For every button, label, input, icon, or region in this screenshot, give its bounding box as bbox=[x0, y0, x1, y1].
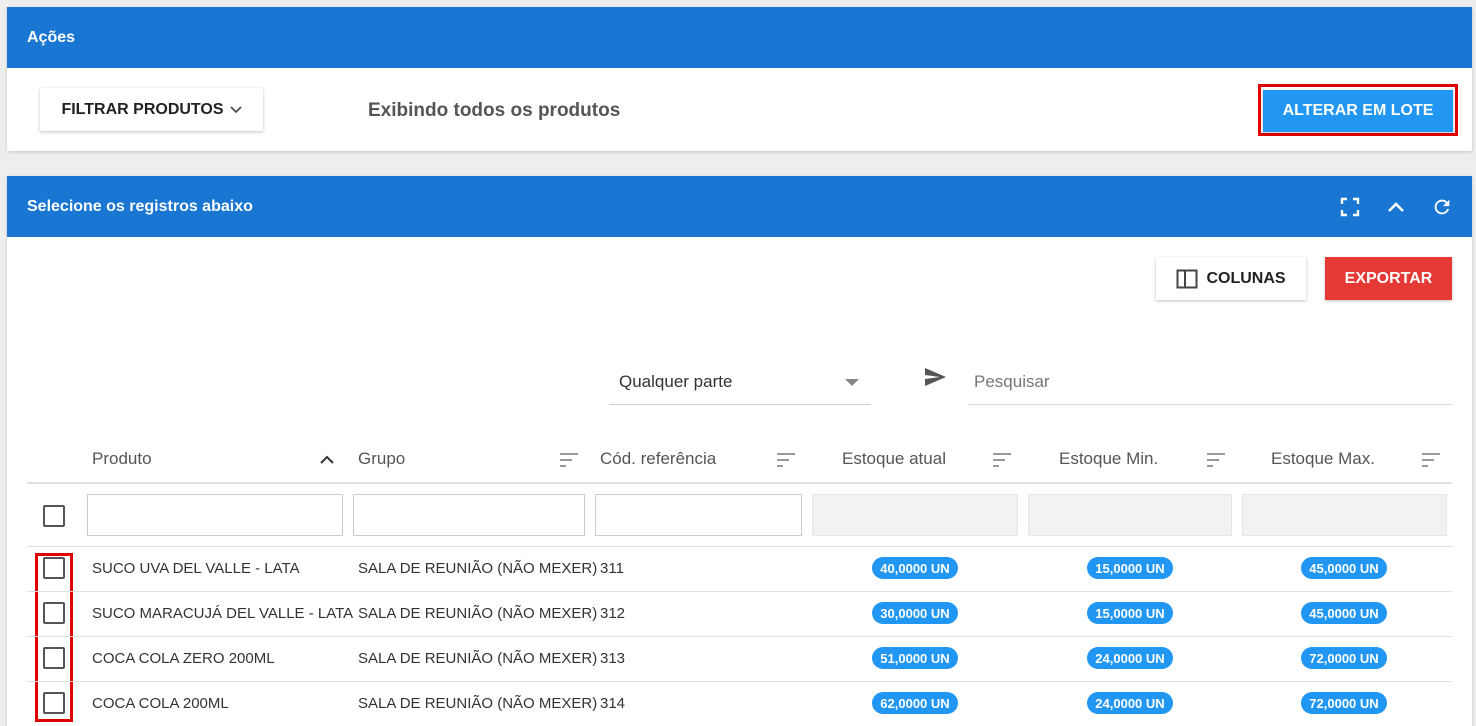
table-header-divider bbox=[27, 482, 1452, 484]
acoes-panel: Ações FILTRAR PRODUTOS Exibindo todos os… bbox=[7, 7, 1472, 151]
badge-estoque-min: 15,0000 UN bbox=[1087, 557, 1173, 579]
cell-grupo: SALA DE REUNIÃO (NÃO MEXER) bbox=[358, 604, 598, 622]
sort-icon[interactable] bbox=[1206, 452, 1226, 468]
filter-status-text: Exibindo todos os produtos bbox=[368, 100, 621, 121]
badge-estoque-min: 24,0000 UN bbox=[1087, 692, 1173, 714]
fullscreen-icon[interactable] bbox=[1338, 195, 1362, 219]
registros-title: Selecione os registros abaixo bbox=[27, 197, 253, 215]
row-divider bbox=[27, 636, 1452, 637]
registros-panel: Selecione os registros abaixo COLUNAS EX… bbox=[7, 176, 1472, 726]
cell-produto: COCA COLA 200ML bbox=[92, 694, 229, 712]
search-input[interactable] bbox=[968, 359, 1452, 405]
cell-cod: 313 bbox=[600, 649, 626, 667]
acoes-header: Ações bbox=[7, 7, 1472, 68]
search-mode-value: Qualquer parte bbox=[619, 371, 733, 391]
badge-estoque-atual: 30,0000 UN bbox=[872, 602, 958, 624]
colunas-button[interactable]: COLUNAS bbox=[1156, 257, 1306, 300]
column-header-cod-referencia[interactable]: Cód. referência bbox=[600, 444, 716, 474]
send-icon[interactable] bbox=[923, 365, 947, 389]
cell-cod: 314 bbox=[600, 694, 626, 712]
badge-estoque-max: 72,0000 UN bbox=[1301, 692, 1387, 714]
filter-estoque-max-disabled bbox=[1242, 494, 1447, 536]
row-divider bbox=[27, 546, 1452, 547]
sort-icon[interactable] bbox=[1421, 452, 1441, 468]
filtrar-produtos-label: FILTRAR PRODUTOS bbox=[61, 100, 224, 118]
dropdown-caret-icon bbox=[845, 379, 859, 386]
badge-estoque-atual: 51,0000 UN bbox=[872, 647, 958, 669]
badge-estoque-max: 72,0000 UN bbox=[1301, 647, 1387, 669]
row-checkbox[interactable] bbox=[43, 647, 65, 669]
cell-grupo: SALA DE REUNIÃO (NÃO MEXER) bbox=[358, 649, 598, 667]
badge-estoque-atual: 40,0000 UN bbox=[872, 557, 958, 579]
row-divider bbox=[27, 681, 1452, 682]
badge-estoque-min: 15,0000 UN bbox=[1087, 602, 1173, 624]
badge-estoque-max: 45,0000 UN bbox=[1301, 557, 1387, 579]
cell-grupo: SALA DE REUNIÃO (NÃO MEXER) bbox=[358, 559, 598, 577]
cell-cod: 312 bbox=[600, 604, 626, 622]
header-actions bbox=[1338, 195, 1454, 219]
select-all-checkbox[interactable] bbox=[43, 505, 65, 527]
alterar-em-lote-button[interactable]: ALTERAR EM LOTE bbox=[1263, 90, 1453, 132]
filter-produto-input[interactable] bbox=[87, 494, 343, 536]
filter-cod-input[interactable] bbox=[595, 494, 802, 536]
row-checkbox[interactable] bbox=[43, 602, 65, 624]
registros-header: Selecione os registros abaixo bbox=[7, 176, 1472, 237]
badge-estoque-atual: 62,0000 UN bbox=[872, 692, 958, 714]
refresh-icon[interactable] bbox=[1430, 195, 1454, 219]
sort-icon[interactable] bbox=[559, 452, 579, 468]
chevron-up-icon[interactable] bbox=[1384, 195, 1408, 219]
cell-cod: 311 bbox=[600, 559, 624, 577]
row-divider bbox=[27, 591, 1452, 592]
row-checkbox[interactable] bbox=[43, 692, 65, 714]
filtrar-produtos-button[interactable]: FILTRAR PRODUTOS bbox=[40, 88, 263, 131]
filter-grupo-input[interactable] bbox=[353, 494, 585, 536]
column-header-estoque-max[interactable]: Estoque Max. bbox=[1271, 444, 1375, 474]
sort-ascending-icon[interactable] bbox=[317, 452, 337, 468]
column-header-grupo[interactable]: Grupo bbox=[358, 444, 405, 474]
column-header-estoque-atual[interactable]: Estoque atual bbox=[842, 444, 946, 474]
columns-icon bbox=[1176, 269, 1198, 288]
filter-estoque-atual-disabled bbox=[812, 494, 1018, 536]
filter-estoque-min-disabled bbox=[1028, 494, 1232, 536]
exportar-button[interactable]: EXPORTAR bbox=[1325, 257, 1452, 300]
colunas-label: COLUNAS bbox=[1206, 269, 1286, 287]
row-checkbox[interactable] bbox=[43, 557, 65, 579]
acoes-title: Ações bbox=[27, 28, 76, 46]
cell-produto: COCA COLA ZERO 200ML bbox=[92, 649, 275, 667]
cell-produto: SUCO UVA DEL VALLE - LATA bbox=[92, 559, 300, 577]
badge-estoque-min: 24,0000 UN bbox=[1087, 647, 1173, 669]
sort-icon[interactable] bbox=[776, 452, 796, 468]
sort-icon[interactable] bbox=[992, 452, 1012, 468]
cell-grupo: SALA DE REUNIÃO (NÃO MEXER) bbox=[358, 694, 598, 712]
acoes-body: FILTRAR PRODUTOS Exibindo todos os produ… bbox=[7, 68, 1472, 151]
badge-estoque-max: 45,0000 UN bbox=[1301, 602, 1387, 624]
column-header-estoque-min[interactable]: Estoque Min. bbox=[1059, 444, 1158, 474]
chevron-down-icon bbox=[229, 105, 242, 113]
cell-produto: SUCO MARACUJÁ DEL VALLE - LATA bbox=[92, 604, 354, 622]
column-header-produto[interactable]: Produto bbox=[92, 444, 152, 474]
search-mode-select[interactable]: Qualquer parte bbox=[609, 359, 871, 405]
